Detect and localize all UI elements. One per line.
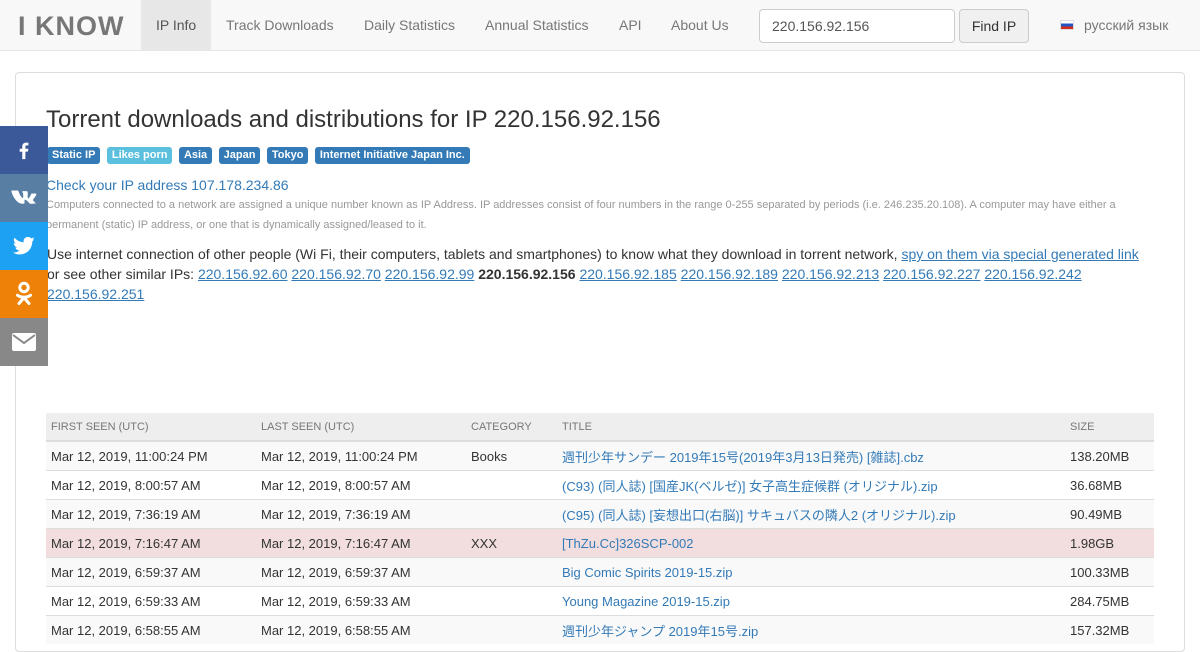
tag-isp: Internet Initiative Japan Inc. xyxy=(314,147,470,164)
size-cell: 138.20MB xyxy=(1065,440,1154,471)
downloads-table: First seen (UTC) Last seen (UTC) Categor… xyxy=(46,413,1154,644)
torrent-title-link[interactable]: 週刊少年サンデー 2019年15号(2019年3月13日発売) [雑誌].cbz xyxy=(562,450,924,465)
category-cell: Books xyxy=(466,440,557,471)
first-seen-cell: Mar 12, 2019, 11:00:24 PM xyxy=(46,440,256,471)
torrent-title-link[interactable]: Big Comic Spirits 2019-15.zip xyxy=(562,565,733,580)
language-label: русский язык xyxy=(1084,17,1169,33)
title-cell: (C95) (同人誌) [妄想出口(右脳)] サキュバスの隣人2 (オリジナル)… xyxy=(557,499,1065,529)
header-first-seen: First seen (UTC) xyxy=(46,413,256,442)
last-seen-cell: Mar 12, 2019, 11:00:24 PM xyxy=(256,440,466,471)
title-cell: [ThZu.Cc]326SCP-002 xyxy=(557,528,1065,558)
table-row: Mar 12, 2019, 8:00:57 AM Mar 12, 2019, 8… xyxy=(46,470,1154,500)
header-title: Title xyxy=(557,413,1065,442)
similar-ip-link[interactable]: 220.156.92.242 xyxy=(984,266,1081,282)
odnoklassniki-icon xyxy=(16,281,32,305)
similar-ip-link[interactable]: 220.156.92.60 xyxy=(198,266,288,282)
first-seen-cell: Mar 12, 2019, 7:36:19 AM xyxy=(46,499,256,529)
vk-share-button[interactable] xyxy=(0,174,48,222)
page-title: Torrent downloads and distributions for … xyxy=(46,106,661,133)
language-switch[interactable]: русский язык xyxy=(1060,0,1168,50)
email-icon xyxy=(12,333,36,351)
last-seen-cell: Mar 12, 2019, 6:59:33 AM xyxy=(256,586,466,616)
similar-text: or see other similar IPs: xyxy=(47,266,195,282)
size-cell: 90.49MB xyxy=(1065,499,1154,529)
size-cell: 1.98GB xyxy=(1065,528,1154,558)
table-row: Mar 12, 2019, 6:59:37 AM Mar 12, 2019, 6… xyxy=(46,557,1154,587)
similar-ip-link[interactable]: 220.156.92.99 xyxy=(385,266,475,282)
torrent-title-link[interactable]: Young Magazine 2019-15.zip xyxy=(562,594,730,609)
last-seen-cell: Mar 12, 2019, 7:36:19 AM xyxy=(256,499,466,529)
current-ip: 220.156.92.156 xyxy=(478,266,576,282)
torrent-title-link[interactable]: (C95) (同人誌) [妄想出口(右脳)] サキュバスの隣人2 (オリジナル)… xyxy=(562,508,956,523)
tag-likes-porn: Likes porn xyxy=(106,147,173,164)
nav-daily-statistics[interactable]: Daily Statistics xyxy=(349,0,470,50)
tag-japan: Japan xyxy=(218,147,261,164)
category-cell xyxy=(466,499,557,529)
last-seen-cell: Mar 12, 2019, 6:59:37 AM xyxy=(256,557,466,587)
similar-ip-link[interactable]: 220.156.92.70 xyxy=(291,266,381,282)
social-share-sidebar xyxy=(0,126,48,366)
similar-ip-link[interactable]: 220.156.92.227 xyxy=(883,266,980,282)
first-seen-cell: Mar 12, 2019, 8:00:57 AM xyxy=(46,470,256,500)
odnoklassniki-share-button[interactable] xyxy=(0,270,48,318)
header-size: Size xyxy=(1065,413,1154,442)
tag-tokyo: Tokyo xyxy=(266,147,309,164)
category-cell xyxy=(466,586,557,616)
table-row: Mar 12, 2019, 7:36:19 AM Mar 12, 2019, 7… xyxy=(46,499,1154,529)
twitter-icon xyxy=(13,236,35,255)
check-ip-link[interactable]: Check your IP address 107.178.234.86 xyxy=(46,176,289,194)
table-row: Mar 12, 2019, 11:00:24 PM Mar 12, 2019, … xyxy=(46,440,1154,471)
torrent-title-link[interactable]: (C93) (同人誌) [国産JK(ベルゼ)] 女子高生症候群 (オリジナル).… xyxy=(562,479,938,494)
email-share-button[interactable] xyxy=(0,318,48,366)
similar-ip-link[interactable]: 220.156.92.213 xyxy=(782,266,879,282)
nav-annual-statistics[interactable]: Annual Statistics xyxy=(470,0,604,50)
torrent-title-link[interactable]: [ThZu.Cc]326SCP-002 xyxy=(562,536,694,551)
category-cell xyxy=(466,557,557,587)
tag-asia: Asia xyxy=(178,147,213,164)
ip-tags: Static IP Likes porn Asia Japan Tokyo In… xyxy=(47,147,472,164)
vk-icon xyxy=(11,190,37,205)
spy-link[interactable]: spy on them via special generated link xyxy=(901,246,1138,262)
category-cell xyxy=(466,470,557,500)
russia-flag-icon xyxy=(1060,20,1074,31)
similar-ip-link[interactable]: 220.156.92.251 xyxy=(47,286,144,302)
first-seen-cell: Mar 12, 2019, 7:16:47 AM xyxy=(46,528,256,558)
people-text: Use internet connection of other people … xyxy=(47,246,898,262)
similar-ips-paragraph: Use internet connection of other people … xyxy=(47,244,1157,304)
similar-ip-link[interactable]: 220.156.92.185 xyxy=(579,266,676,282)
title-cell: (C93) (同人誌) [国産JK(ベルゼ)] 女子高生症候群 (オリジナル).… xyxy=(557,470,1065,500)
last-seen-cell: Mar 12, 2019, 8:00:57 AM xyxy=(256,470,466,500)
torrent-title-link[interactable]: 週刊少年ジャンプ 2019年15号.zip xyxy=(562,624,758,639)
find-ip-button[interactable]: Find IP xyxy=(959,9,1029,43)
first-seen-cell: Mar 12, 2019, 6:59:37 AM xyxy=(46,557,256,587)
similar-ip-link[interactable]: 220.156.92.189 xyxy=(681,266,778,282)
size-cell: 100.33MB xyxy=(1065,557,1154,587)
twitter-share-button[interactable] xyxy=(0,222,48,270)
nav-track-downloads[interactable]: Track Downloads xyxy=(211,0,349,50)
table-header-row: First seen (UTC) Last seen (UTC) Categor… xyxy=(46,413,1154,442)
last-seen-cell: Mar 12, 2019, 7:16:47 AM xyxy=(256,528,466,558)
nav-about-us[interactable]: About Us xyxy=(656,0,744,50)
facebook-share-button[interactable] xyxy=(0,126,48,174)
size-cell: 36.68MB xyxy=(1065,470,1154,500)
header-last-seen: Last seen (UTC) xyxy=(256,413,466,442)
first-seen-cell: Mar 12, 2019, 6:59:33 AM xyxy=(46,586,256,616)
title-cell: 週刊少年サンデー 2019年15号(2019年3月13日発売) [雑誌].cbz xyxy=(557,440,1065,471)
tag-static-ip: Static IP xyxy=(47,147,101,164)
ip-search-input[interactable] xyxy=(759,9,955,43)
size-cell: 284.75MB xyxy=(1065,586,1154,616)
table-row: Mar 12, 2019, 6:59:33 AM Mar 12, 2019, 6… xyxy=(46,586,1154,616)
navbar: I KNOW IP Info Track Downloads Daily Sta… xyxy=(0,0,1200,51)
title-cell: Young Magazine 2019-15.zip xyxy=(557,586,1065,616)
nav-ip-info[interactable]: IP Info xyxy=(141,0,212,50)
facebook-icon xyxy=(19,142,29,160)
title-cell: Big Comic Spirits 2019-15.zip xyxy=(557,557,1065,587)
header-category: Category xyxy=(466,413,557,442)
site-logo[interactable]: I KNOW xyxy=(18,11,125,41)
ip-description: Computers connected to a network are ass… xyxy=(46,199,1116,231)
nav-api[interactable]: API xyxy=(604,0,657,50)
category-cell: XXX xyxy=(466,528,557,558)
table-row-highlighted: Mar 12, 2019, 7:16:47 AM Mar 12, 2019, 7… xyxy=(46,528,1154,558)
